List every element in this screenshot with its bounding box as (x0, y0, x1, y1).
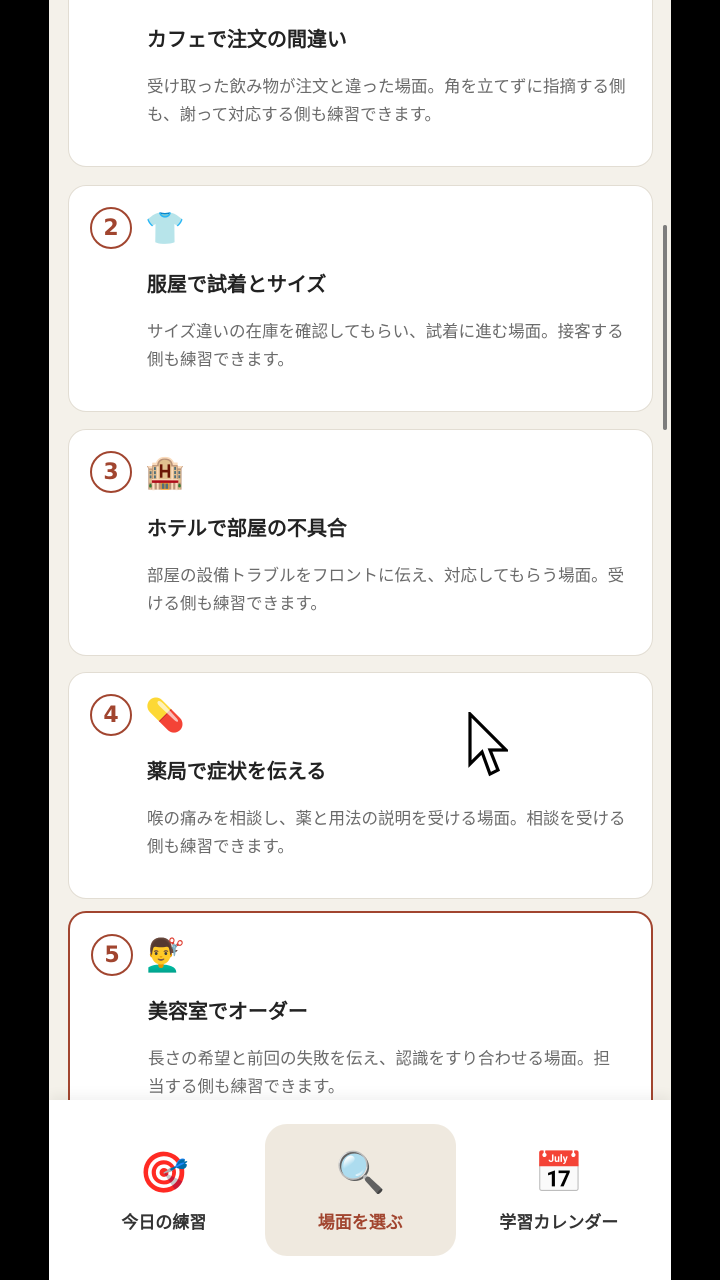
hotel-icon: 🏨 (145, 453, 185, 491)
nav-label: 場面を選ぶ (318, 1212, 403, 1233)
nav-study-calendar[interactable]: 📅 学習カレンダー (461, 1124, 657, 1256)
scene-card-cafe[interactable]: カフェで注文の間違い 受け取った飲み物が注文と違った場面。角を立てずに指摘する側… (68, 0, 653, 167)
bottom-navigation: 🎯 今日の練習 🔍 場面を選ぶ 📅 学習カレンダー (49, 1100, 671, 1280)
scene-number-badge: 5 (91, 934, 133, 976)
scene-description: 喉の痛みを相談し、薬と用法の説明を受ける場面。相談を受ける側も練習できます。 (147, 809, 626, 856)
haircut-icon: 💇‍♂️ (146, 936, 186, 974)
nav-label: 今日の練習 (121, 1212, 207, 1233)
target-icon: 🎯 (139, 1149, 189, 1196)
scene-description: 部屋の設備トラブルをフロントに伝え、対応してもらう場面。受ける側も練習できます。 (147, 566, 625, 613)
app-screen: カフェで注文の間違い 受け取った飲み物が注文と違った場面。角を立てずに指摘する側… (49, 0, 671, 1280)
scene-card-pharmacy[interactable]: 4 💊 薬局で症状を伝える 喉の痛みを相談し、薬と用法の説明を受ける場面。相談を… (68, 672, 653, 899)
scene-number-badge: 3 (90, 451, 132, 493)
scene-description: 長さの希望と前回の失敗を伝え、認識をすり合わせる場面。担当する側も練習できます。 (148, 1049, 610, 1096)
scene-card-clothing[interactable]: 2 👕 服屋で試着とサイズ サイズ違いの在庫を確認してもらい、試着に進む場面。接… (68, 185, 653, 412)
scene-number-badge: 2 (90, 207, 132, 249)
pill-icon: 💊 (145, 696, 185, 734)
nav-today-practice[interactable]: 🎯 今日の練習 (69, 1124, 259, 1256)
magnifier-icon: 🔍 (335, 1149, 386, 1196)
scrollbar-thumb[interactable] (663, 225, 667, 430)
mouse-cursor-icon (468, 712, 508, 777)
nav-choose-scene[interactable]: 🔍 場面を選ぶ (265, 1124, 456, 1256)
nav-label: 学習カレンダー (499, 1212, 619, 1233)
scene-title: 美容室でオーダー (148, 999, 308, 1023)
scene-title: カフェで注文の間違い (147, 27, 347, 51)
calendar-icon: 📅 (534, 1149, 584, 1196)
scene-title: 服屋で試着とサイズ (147, 272, 327, 296)
scene-description: サイズ違いの在庫を確認してもらい、試着に進む場面。接客する側も練習できます。 (147, 322, 624, 369)
scene-number-badge: 4 (90, 694, 132, 736)
scene-description: 受け取った飲み物が注文と違った場面。角を立てずに指摘する側も、謝って対応する側も… (147, 77, 626, 124)
scene-title: ホテルで部屋の不具合 (147, 516, 347, 540)
scene-card-hotel[interactable]: 3 🏨 ホテルで部屋の不具合 部屋の設備トラブルをフロントに伝え、対応してもらう… (68, 429, 653, 656)
shirt-icon: 👕 (145, 209, 185, 247)
scene-title: 薬局で症状を伝える (147, 759, 327, 783)
